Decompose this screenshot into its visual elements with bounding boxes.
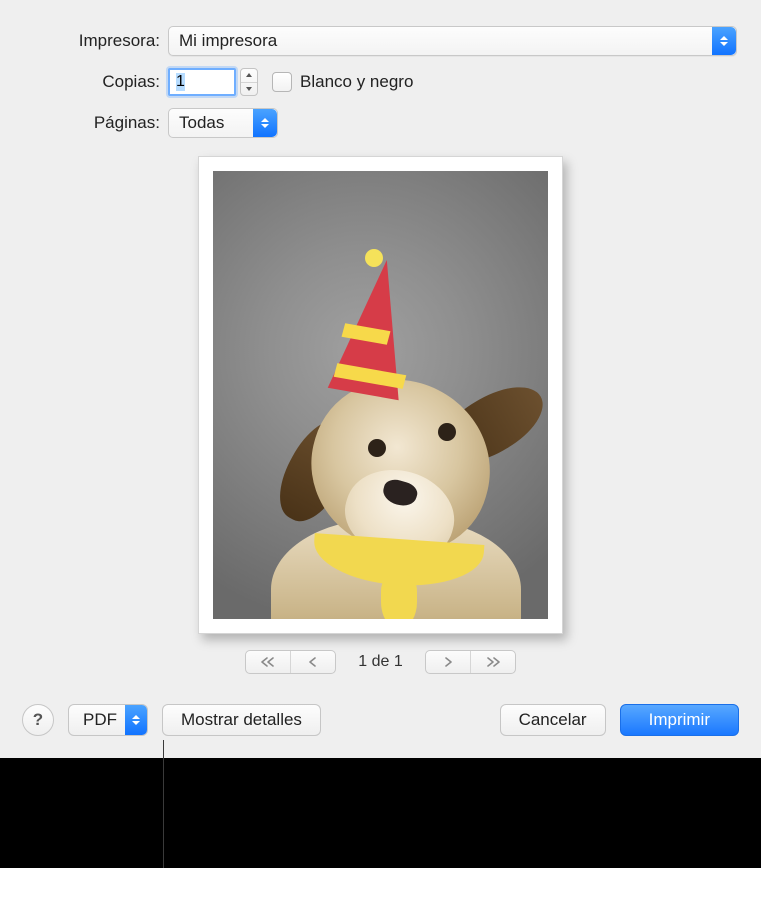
preview-image (213, 171, 548, 619)
annotation-area (0, 758, 761, 868)
black-footer (0, 758, 761, 868)
copies-input[interactable] (168, 68, 236, 96)
pages-select-value: Todas (179, 113, 224, 133)
stepper-up-button[interactable] (241, 69, 257, 83)
last-page-button[interactable] (470, 651, 515, 673)
chevron-left-icon (308, 657, 318, 667)
printer-select-value: Mi impresora (179, 31, 277, 51)
first-page-button[interactable] (246, 651, 290, 673)
chevron-right-icon (443, 657, 453, 667)
bw-checkbox[interactable] (272, 72, 292, 92)
bottom-bar: ? PDF Mostrar detalles Cancelar Imprimir (0, 704, 761, 736)
print-button[interactable]: Imprimir (620, 704, 739, 736)
printer-select[interactable]: Mi impresora (168, 26, 737, 56)
chevron-up-icon (246, 73, 252, 77)
pages-select[interactable]: Todas (168, 108, 278, 138)
chevrons-left-icon (260, 657, 276, 667)
preview-area: 1 de 1 (0, 156, 761, 674)
bw-label: Blanco y negro (300, 72, 413, 92)
page-counter: 1 de 1 (358, 653, 402, 671)
pages-row: Páginas: Todas (0, 108, 761, 138)
chevron-down-icon (246, 87, 252, 91)
print-dialog: Impresora: Mi impresora Copias: Blanco y… (0, 0, 761, 758)
pdf-menu-button[interactable]: PDF (68, 704, 148, 736)
nav-back-group (245, 650, 336, 674)
copies-row: Copias: Blanco y negro (0, 68, 761, 96)
chevrons-right-icon (485, 657, 501, 667)
annotation-pointer-line (163, 758, 164, 868)
prev-page-button[interactable] (290, 651, 335, 673)
preview-page (198, 156, 563, 634)
cancel-label: Cancelar (519, 710, 587, 730)
help-button[interactable]: ? (22, 704, 54, 736)
cancel-button[interactable]: Cancelar (500, 704, 606, 736)
page-nav: 1 de 1 (245, 650, 515, 674)
show-details-label: Mostrar detalles (181, 710, 302, 730)
annotation-pointer-line (163, 740, 164, 758)
printer-row: Impresora: Mi impresora (0, 26, 761, 56)
nav-forward-group (425, 650, 516, 674)
updown-icon (712, 27, 736, 55)
updown-icon (253, 109, 277, 137)
help-icon: ? (33, 710, 43, 730)
pages-label: Páginas: (0, 113, 168, 133)
stepper-down-button[interactable] (241, 83, 257, 96)
show-details-button[interactable]: Mostrar detalles (162, 704, 321, 736)
print-label: Imprimir (649, 710, 710, 730)
updown-icon (125, 705, 147, 735)
copies-stepper[interactable] (240, 68, 258, 96)
copies-label: Copias: (0, 72, 168, 92)
printer-label: Impresora: (0, 31, 168, 51)
next-page-button[interactable] (426, 651, 470, 673)
pdf-label: PDF (83, 710, 117, 730)
